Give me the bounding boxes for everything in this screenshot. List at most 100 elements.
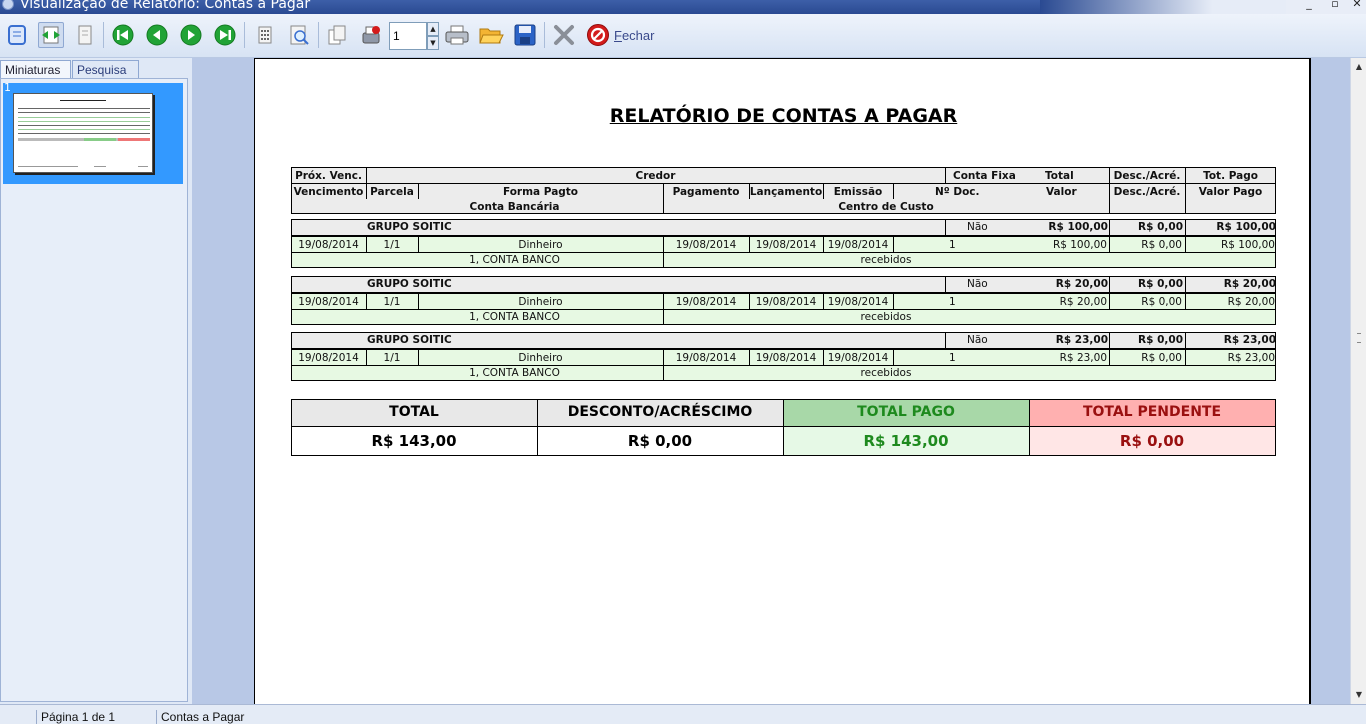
group-desc: R$ 0,00 — [1138, 221, 1183, 233]
thumbnail-page-1[interactable]: 1 — [3, 81, 183, 184]
next-page-button[interactable] — [178, 22, 204, 48]
thumbnail-list[interactable]: 1 — [0, 78, 188, 702]
summary-label: TOTAL PAGO — [857, 404, 955, 420]
print-icon — [445, 25, 469, 45]
detail-vencimento: 19/08/2014 — [298, 239, 359, 251]
detail-valor-pago: R$ 23,00 — [1227, 352, 1275, 364]
header-parcela: Parcela — [370, 186, 414, 198]
detail-lancamento: 19/08/2014 — [755, 296, 817, 308]
tab-miniaturas[interactable]: Miniaturas — [0, 60, 71, 78]
thumbnails-button[interactable] — [252, 22, 278, 48]
vertical-scrollbar[interactable]: ▲ ▼ — [1350, 58, 1366, 704]
minimize-button[interactable]: _ — [1302, 0, 1316, 10]
spin-up-button[interactable]: ▲ — [427, 22, 439, 36]
detail-lancamento: 19/08/2014 — [755, 352, 817, 364]
detail-desc: R$ 0,00 — [1141, 296, 1182, 308]
save-icon — [514, 24, 536, 46]
fit-width-button[interactable] — [38, 22, 64, 48]
copy-icon — [328, 25, 346, 45]
tab-pesquisa[interactable]: Pesquisa — [72, 60, 139, 78]
last-page-button[interactable] — [212, 22, 238, 48]
header-desc-acre: Desc./Acré. — [1113, 170, 1181, 182]
detail-valor-pago: R$ 20,00 — [1227, 296, 1275, 308]
spin-down-button[interactable]: ▼ — [427, 36, 439, 50]
detail-pagamento: 19/08/2014 — [675, 352, 737, 364]
group-desc: R$ 0,00 — [1138, 278, 1183, 290]
detail-valor: R$ 23,00 — [1059, 352, 1107, 364]
summary-label: TOTAL PENDENTE — [1082, 404, 1222, 420]
delete-button[interactable] — [551, 22, 577, 48]
detail-forma-pagto: Dinheiro — [518, 296, 563, 308]
group-pago: R$ 20,00 — [1223, 278, 1276, 290]
previous-page-button[interactable] — [144, 22, 170, 48]
status-page-count: Página 1 de 1 — [36, 710, 156, 724]
page-number-spinner: ▲ ▼ — [389, 22, 439, 50]
header-pagamento: Pagamento — [672, 186, 740, 198]
header-forma-pagto: Forma Pagto — [502, 186, 579, 198]
detail-valor-pago: R$ 100,00 — [1220, 239, 1275, 251]
detail-lancamento: 19/08/2014 — [755, 239, 817, 251]
summary-label: DESCONTO/ACRÉSCIMO — [567, 404, 753, 420]
detail-emissao: 19/08/2014 — [827, 352, 889, 364]
report-page: RELATÓRIO DE CONTAS A PAGAR Próx. Venc. … — [254, 58, 1311, 704]
scroll-up-arrow[interactable]: ▲ — [1352, 60, 1366, 74]
open-folder-icon — [479, 28, 504, 44]
detail-conta-bancaria: 1, CONTA BANCO — [469, 311, 560, 323]
group-desc: R$ 0,00 — [1138, 334, 1183, 346]
header-valor-pago: Valor Pago — [1198, 186, 1263, 198]
header-tot-pago: Tot. Pago — [1203, 170, 1258, 182]
group-total: R$ 23,00 — [1055, 334, 1108, 346]
grid-icon — [258, 26, 272, 44]
header-conta-bancaria: Conta Bancária — [469, 201, 560, 213]
summary-value: R$ 143,00 — [863, 432, 949, 450]
detail-desc: R$ 0,00 — [1141, 352, 1182, 364]
report-title: RELATÓRIO DE CONTAS A PAGAR — [609, 105, 958, 127]
detail-pagamento: 19/08/2014 — [675, 239, 737, 251]
open-button[interactable] — [478, 22, 504, 48]
fit-width-icon — [42, 26, 60, 44]
detail-parcela: 1/1 — [383, 352, 401, 364]
header-n-doc: Nº Doc. — [935, 186, 980, 198]
first-page-button[interactable] — [110, 22, 136, 48]
toolbar-separator — [544, 22, 545, 48]
scrollbar-grip[interactable] — [1357, 333, 1361, 343]
header-total: Total — [1045, 170, 1074, 182]
toolbar-separator — [103, 22, 104, 48]
title-bar: Visualização de Relatório: Contas a Paga… — [0, 0, 1366, 14]
preview-area[interactable]: RELATÓRIO DE CONTAS A PAGAR Próx. Venc. … — [192, 58, 1350, 704]
detail-centro-custo: recebidos — [860, 367, 912, 379]
full-page-button[interactable] — [72, 22, 98, 48]
zoom-button[interactable] — [286, 22, 312, 48]
single-page-button[interactable] — [4, 22, 30, 48]
status-cell-empty — [0, 710, 36, 724]
tools-button[interactable] — [358, 22, 384, 48]
scroll-down-arrow[interactable]: ▼ — [1352, 688, 1366, 702]
close-icon — [587, 24, 609, 46]
zoom-icon — [290, 25, 309, 45]
group-total: R$ 100,00 — [1048, 221, 1108, 233]
app-icon — [2, 0, 14, 10]
summary-value: R$ 143,00 — [371, 432, 457, 450]
detail-forma-pagto: Dinheiro — [518, 352, 563, 364]
close-window-button[interactable]: ✕ — [1350, 0, 1364, 10]
page-number-input[interactable] — [389, 22, 427, 50]
status-report-name: Contas a Pagar — [156, 710, 356, 724]
window-controls: _ ▫ ✕ — [1286, 0, 1366, 14]
header-conta-fixa: Conta Fixa — [953, 170, 1016, 182]
maximize-button[interactable]: ▫ — [1328, 0, 1342, 10]
summary-value: R$ 0,00 — [627, 432, 693, 450]
status-bar: Página 1 de 1 Contas a Pagar — [0, 704, 1366, 724]
page-icon — [8, 25, 26, 45]
page-blank-icon — [78, 25, 92, 45]
window-title: Visualização de Relatório: Contas a Paga… — [20, 0, 311, 12]
print-button[interactable] — [444, 22, 470, 48]
group-pago: R$ 23,00 — [1223, 334, 1276, 346]
copy-button[interactable] — [324, 22, 350, 48]
close-report-button[interactable]: Fechar — [586, 22, 654, 48]
detail-forma-pagto: Dinheiro — [518, 239, 563, 251]
detail-conta-bancaria: 1, CONTA BANCO — [469, 254, 560, 266]
detail-pagamento: 19/08/2014 — [675, 296, 737, 308]
thumbnail-number: 1 — [4, 81, 11, 94]
save-button[interactable] — [512, 22, 538, 48]
detail-parcela: 1/1 — [383, 239, 401, 251]
